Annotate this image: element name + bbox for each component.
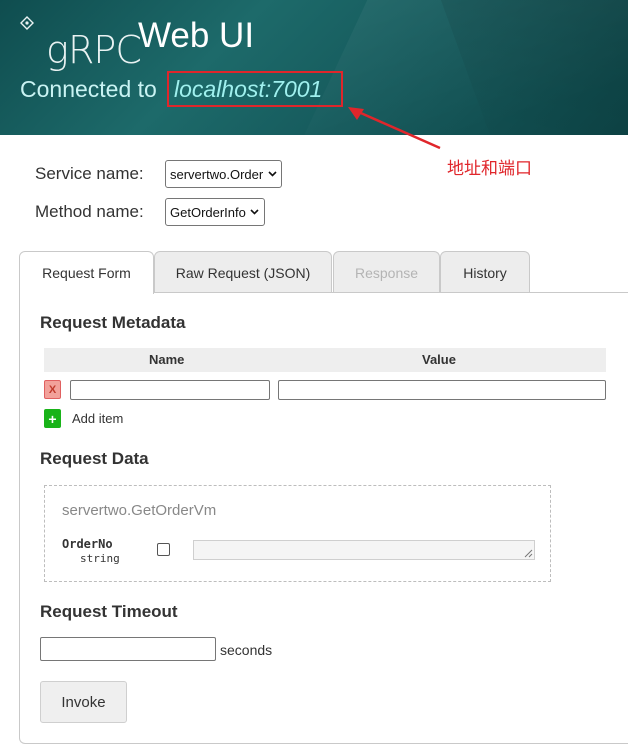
annotation-arrow: [348, 107, 441, 150]
field-type: string: [80, 552, 120, 565]
service-select[interactable]: servertwo.Order: [165, 160, 283, 188]
plus-icon: +: [48, 410, 57, 427]
col-value-header: Value: [422, 352, 456, 367]
service-row: Service name: servertwo.Order: [35, 160, 283, 188]
app-title: Web UI: [138, 16, 255, 55]
timeout-input[interactable]: [40, 637, 216, 661]
metadata-value-input[interactable]: [278, 380, 606, 400]
col-name-header: Name: [149, 352, 185, 367]
tab-raw-request[interactable]: Raw Request (JSON): [154, 251, 332, 293]
annotation-label: 地址和端口: [447, 159, 532, 178]
field-null-checkbox[interactable]: [157, 543, 170, 556]
tab-history[interactable]: History: [440, 251, 530, 293]
tab-label: History: [463, 264, 507, 281]
request-data-box: servertwo.GetOrderVm OrderNo string: [44, 485, 551, 582]
close-icon: X: [48, 383, 57, 396]
invoke-button[interactable]: Invoke: [40, 681, 127, 723]
tab-label: Raw Request (JSON): [175, 264, 311, 281]
metadata-table-header: Name Value: [44, 348, 606, 372]
grpc-logo: g RPC: [20, 14, 142, 69]
chevron-down-icon: [250, 207, 260, 217]
request-data-title: Request Data: [40, 449, 149, 468]
invoke-label: Invoke: [61, 693, 106, 711]
method-select-value: GetOrderInfo: [170, 204, 246, 220]
service-select-value: servertwo.Order: [170, 166, 264, 182]
logo-rpc: RPC: [68, 28, 142, 72]
resize-grip-icon[interactable]: [524, 549, 533, 558]
service-label: Service name:: [35, 164, 144, 183]
logo-g: g: [46, 28, 69, 72]
method-label: Method name:: [35, 202, 144, 221]
tab-request-form[interactable]: Request Form: [19, 251, 154, 294]
chevron-down-icon: [267, 169, 277, 179]
add-item-label: Add item: [72, 411, 124, 426]
method-row: Method name: GetOrderInfo: [35, 198, 265, 226]
remove-row-button[interactable]: X: [44, 380, 61, 399]
timeout-title: Request Timeout: [40, 602, 178, 621]
connected-prefix: Connected to: [20, 76, 157, 102]
grpc-logo-icon: [20, 14, 42, 58]
tab-label: Response: [354, 264, 419, 281]
add-item-button[interactable]: +: [44, 409, 61, 428]
tab-bar: Request Form Raw Request (JSON) Response…: [19, 251, 628, 294]
method-select[interactable]: GetOrderInfo: [165, 198, 265, 226]
metadata-title: Request Metadata: [40, 313, 186, 332]
metadata-name-input[interactable]: [70, 380, 270, 400]
app-header: g RPC Web UI Connected to localhost:7001: [0, 0, 628, 135]
tab-label: Request Form: [42, 265, 131, 281]
message-type: servertwo.GetOrderVm: [62, 502, 217, 519]
order-no-textarea[interactable]: [193, 540, 535, 560]
connection-address-text: localhost:7001: [174, 76, 323, 102]
field-name: OrderNo: [62, 537, 113, 551]
timeout-unit: seconds: [220, 642, 273, 658]
tab-response[interactable]: Response: [333, 251, 440, 293]
metadata-row: X: [44, 380, 606, 400]
connection-address: localhost:7001: [167, 71, 343, 107]
add-item-row: + Add item: [44, 409, 123, 428]
